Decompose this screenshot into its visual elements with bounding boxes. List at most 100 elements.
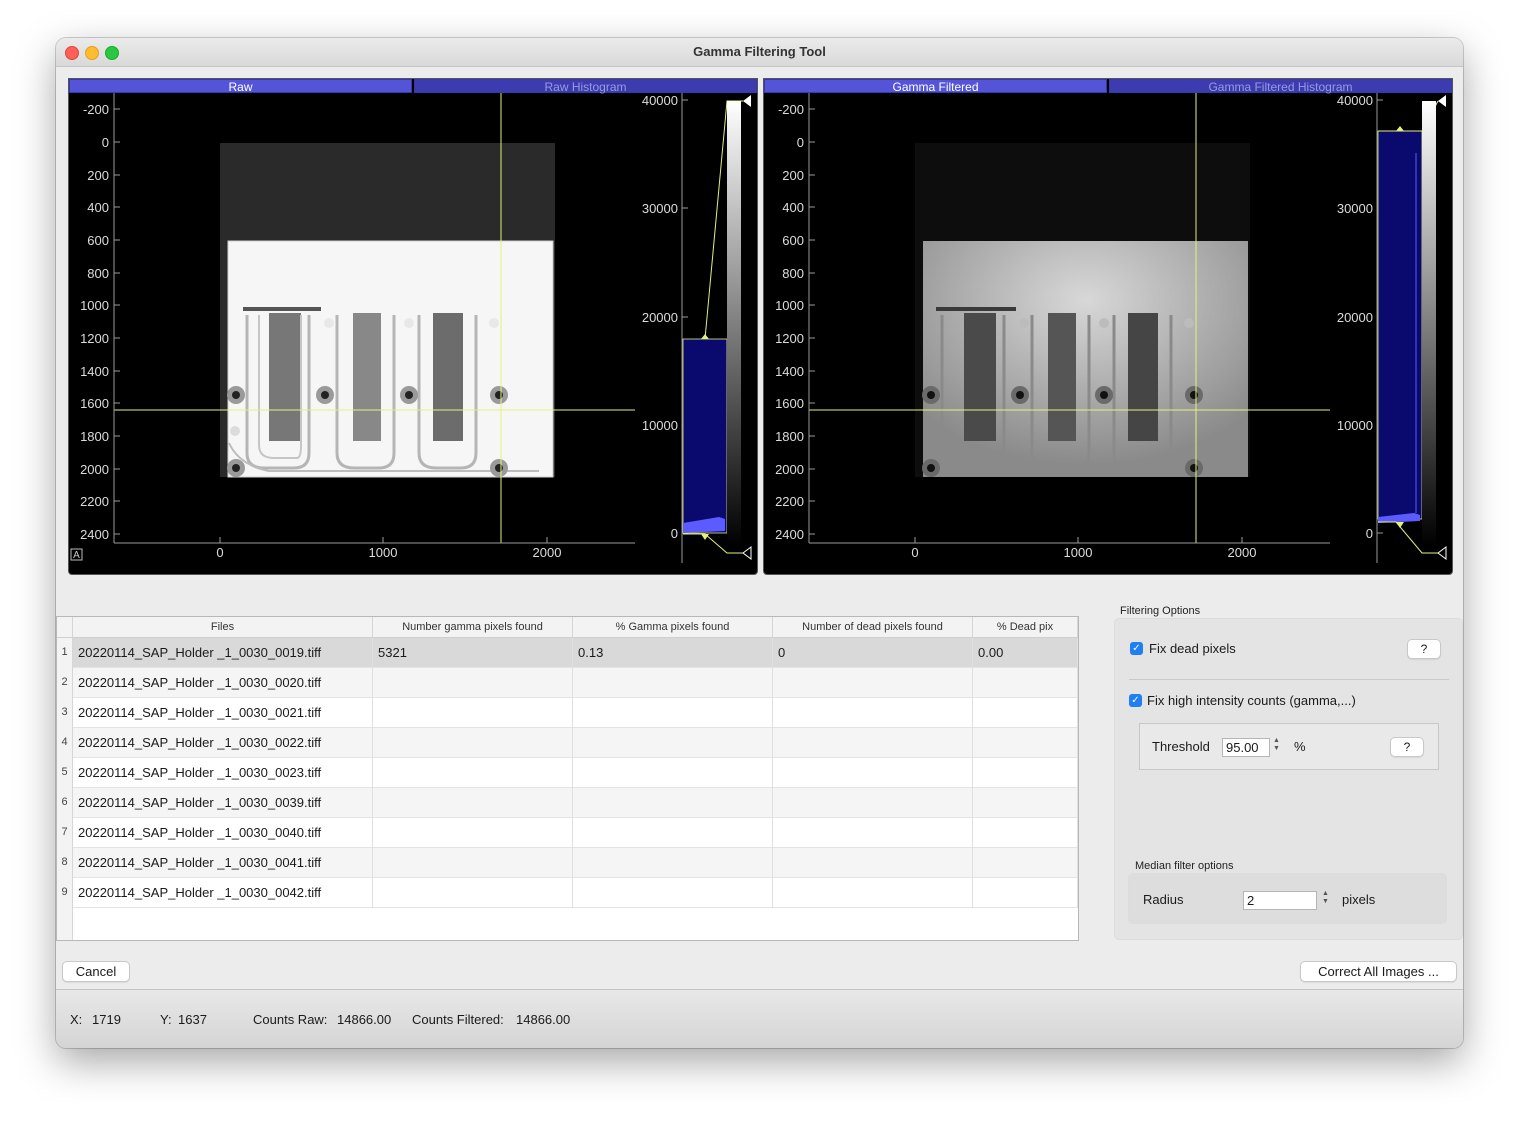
table-row[interactable]: 20220114_SAP_Holder _1_0030_0042.tiff xyxy=(73,878,1078,908)
y-tick-label: 800 xyxy=(782,266,804,281)
row-number[interactable]: 1 xyxy=(57,638,73,668)
files-table[interactable]: Files Number gamma pixels found % Gamma … xyxy=(56,616,1079,941)
cell-gamma-pct[interactable]: 0.13 xyxy=(573,638,773,668)
cell-dead[interactable] xyxy=(773,848,973,878)
x-label: X: xyxy=(70,1012,83,1027)
header-dead-count[interactable]: Number of dead pixels found xyxy=(773,617,973,638)
counts-filtered-value: 14866.00 xyxy=(516,1012,571,1027)
cell-dead[interactable] xyxy=(773,758,973,788)
cell-dead[interactable] xyxy=(773,788,973,818)
cell-dead[interactable]: 0 xyxy=(773,638,973,668)
header-dead-percent[interactable]: % Dead pix xyxy=(973,617,1078,638)
cell-gamma-pct[interactable] xyxy=(573,848,773,878)
row-number[interactable]: 3 xyxy=(57,698,73,728)
row-number[interactable]: 9 xyxy=(57,878,73,908)
row-number[interactable]: 6 xyxy=(57,788,73,818)
cell-dead-pct[interactable] xyxy=(973,758,1078,788)
threshold-input[interactable]: 95.00 xyxy=(1222,738,1270,757)
row-number[interactable]: 8 xyxy=(57,848,73,878)
threshold-help-button[interactable]: ? xyxy=(1390,737,1424,757)
cell-file[interactable]: 20220114_SAP_Holder _1_0030_0021.tiff xyxy=(73,698,373,728)
cell-gamma-pct[interactable] xyxy=(573,788,773,818)
counts-raw-value: 14866.00 xyxy=(337,1012,392,1027)
y-tick-label: 1000 xyxy=(80,298,109,313)
cell-gamma[interactable] xyxy=(373,818,573,848)
tab-gamma-filtered-histogram[interactable]: Gamma Filtered Histogram xyxy=(1109,79,1452,94)
cell-dead-pct[interactable] xyxy=(973,818,1078,848)
table-row[interactable]: 20220114_SAP_Holder _1_0030_0021.tiff xyxy=(73,698,1078,728)
divider xyxy=(1129,679,1449,680)
cell-file[interactable]: 20220114_SAP_Holder _1_0030_0023.tiff xyxy=(73,758,373,788)
table-row[interactable]: 20220114_SAP_Holder _1_0030_0019.tiff 532… xyxy=(73,638,1078,668)
header-gamma-count[interactable]: Number gamma pixels found xyxy=(373,617,573,638)
cell-file[interactable]: 20220114_SAP_Holder _1_0030_0040.tiff xyxy=(73,818,373,848)
cell-file[interactable]: 20220114_SAP_Holder _1_0030_0019.tiff xyxy=(73,638,373,668)
filtering-options-title: Filtering Options xyxy=(1120,605,1201,617)
table-row[interactable]: 20220114_SAP_Holder _1_0030_0041.tiff xyxy=(73,848,1078,878)
header-gamma-percent[interactable]: % Gamma pixels found xyxy=(573,617,773,638)
table-row[interactable]: 20220114_SAP_Holder _1_0030_0022.tiff xyxy=(73,728,1078,758)
raw-histogram[interactable]: 40000 30000 20000 10000 0 xyxy=(642,93,752,563)
cell-dead-pct[interactable] xyxy=(973,698,1078,728)
cell-dead-pct[interactable] xyxy=(973,848,1078,878)
cell-dead[interactable] xyxy=(773,668,973,698)
filtered-image-view[interactable]: -200 0 200 400 600 800 1000 1200 1400 16… xyxy=(764,93,1452,573)
tab-gamma-filtered[interactable]: Gamma Filtered xyxy=(764,79,1107,94)
cell-file[interactable]: 20220114_SAP_Holder _1_0030_0042.tiff xyxy=(73,878,373,908)
cell-gamma[interactable] xyxy=(373,878,573,908)
cell-gamma-pct[interactable] xyxy=(573,728,773,758)
raw-image-view[interactable]: -200 0 200 400 600 800 1000 1200 1400 16… xyxy=(69,93,757,573)
cell-dead[interactable] xyxy=(773,728,973,758)
cell-gamma-pct[interactable] xyxy=(573,878,773,908)
radius-stepper[interactable]: ▲ ▼ xyxy=(1320,890,1331,906)
tab-raw[interactable]: Raw xyxy=(69,79,412,94)
cell-gamma-pct[interactable] xyxy=(573,698,773,728)
table-row[interactable]: 20220114_SAP_Holder _1_0030_0023.tiff xyxy=(73,758,1078,788)
cell-gamma-pct[interactable] xyxy=(573,818,773,848)
cell-gamma[interactable] xyxy=(373,668,573,698)
cell-gamma[interactable] xyxy=(373,788,573,818)
row-number[interactable]: 2 xyxy=(57,668,73,698)
cell-gamma[interactable] xyxy=(373,698,573,728)
tab-raw-histogram[interactable]: Raw Histogram xyxy=(414,79,757,94)
cell-dead-pct[interactable] xyxy=(973,878,1078,908)
cell-dead-pct[interactable] xyxy=(973,728,1078,758)
fix-high-intensity-checkbox[interactable]: ✓ xyxy=(1129,694,1142,707)
header-files[interactable]: Files xyxy=(73,617,373,638)
auto-range-button[interactable]: A xyxy=(73,550,80,561)
table-row[interactable]: 20220114_SAP_Holder _1_0030_0020.tiff xyxy=(73,668,1078,698)
cell-gamma[interactable] xyxy=(373,758,573,788)
cancel-button[interactable]: Cancel xyxy=(62,961,130,982)
cell-gamma[interactable] xyxy=(373,848,573,878)
cell-file[interactable]: 20220114_SAP_Holder _1_0030_0041.tiff xyxy=(73,848,373,878)
cell-dead[interactable] xyxy=(773,818,973,848)
cell-file[interactable]: 20220114_SAP_Holder _1_0030_0022.tiff xyxy=(73,728,373,758)
cell-gamma-pct[interactable] xyxy=(573,668,773,698)
filtered-histogram[interactable]: 40000 30000 20000 10000 0 xyxy=(1337,93,1447,563)
cell-gamma[interactable]: 5321 xyxy=(373,638,573,668)
y-tick-label: 1800 xyxy=(80,429,109,444)
cell-gamma[interactable] xyxy=(373,728,573,758)
radius-label: Radius xyxy=(1143,892,1184,907)
row-number[interactable]: 7 xyxy=(57,818,73,848)
table-row[interactable]: 20220114_SAP_Holder _1_0030_0040.tiff xyxy=(73,818,1078,848)
threshold-group: Threshold 95.00 ▲ ▼ % ? xyxy=(1139,723,1439,770)
radius-input[interactable]: 2 xyxy=(1243,891,1317,910)
fix-dead-help-button[interactable]: ? xyxy=(1407,639,1441,659)
fix-dead-pixels-checkbox[interactable]: ✓ xyxy=(1130,642,1143,655)
row-number[interactable]: 5 xyxy=(57,758,73,788)
cell-dead-pct[interactable]: 0.00 xyxy=(973,638,1078,668)
cell-file[interactable]: 20220114_SAP_Holder _1_0030_0039.tiff xyxy=(73,788,373,818)
cell-gamma-pct[interactable] xyxy=(573,758,773,788)
cell-dead-pct[interactable] xyxy=(973,788,1078,818)
cell-dead[interactable] xyxy=(773,878,973,908)
row-number[interactable]: 4 xyxy=(57,728,73,758)
threshold-stepper[interactable]: ▲ ▼ xyxy=(1271,737,1282,753)
hist-tick-label: 0 xyxy=(1366,526,1373,541)
cell-dead-pct[interactable] xyxy=(973,668,1078,698)
correct-all-images-button[interactable]: Correct All Images ... xyxy=(1300,961,1457,982)
table-row[interactable]: 20220114_SAP_Holder _1_0030_0039.tiff xyxy=(73,788,1078,818)
cell-file[interactable]: 20220114_SAP_Holder _1_0030_0020.tiff xyxy=(73,668,373,698)
y-tick-label: 1600 xyxy=(775,396,804,411)
cell-dead[interactable] xyxy=(773,698,973,728)
